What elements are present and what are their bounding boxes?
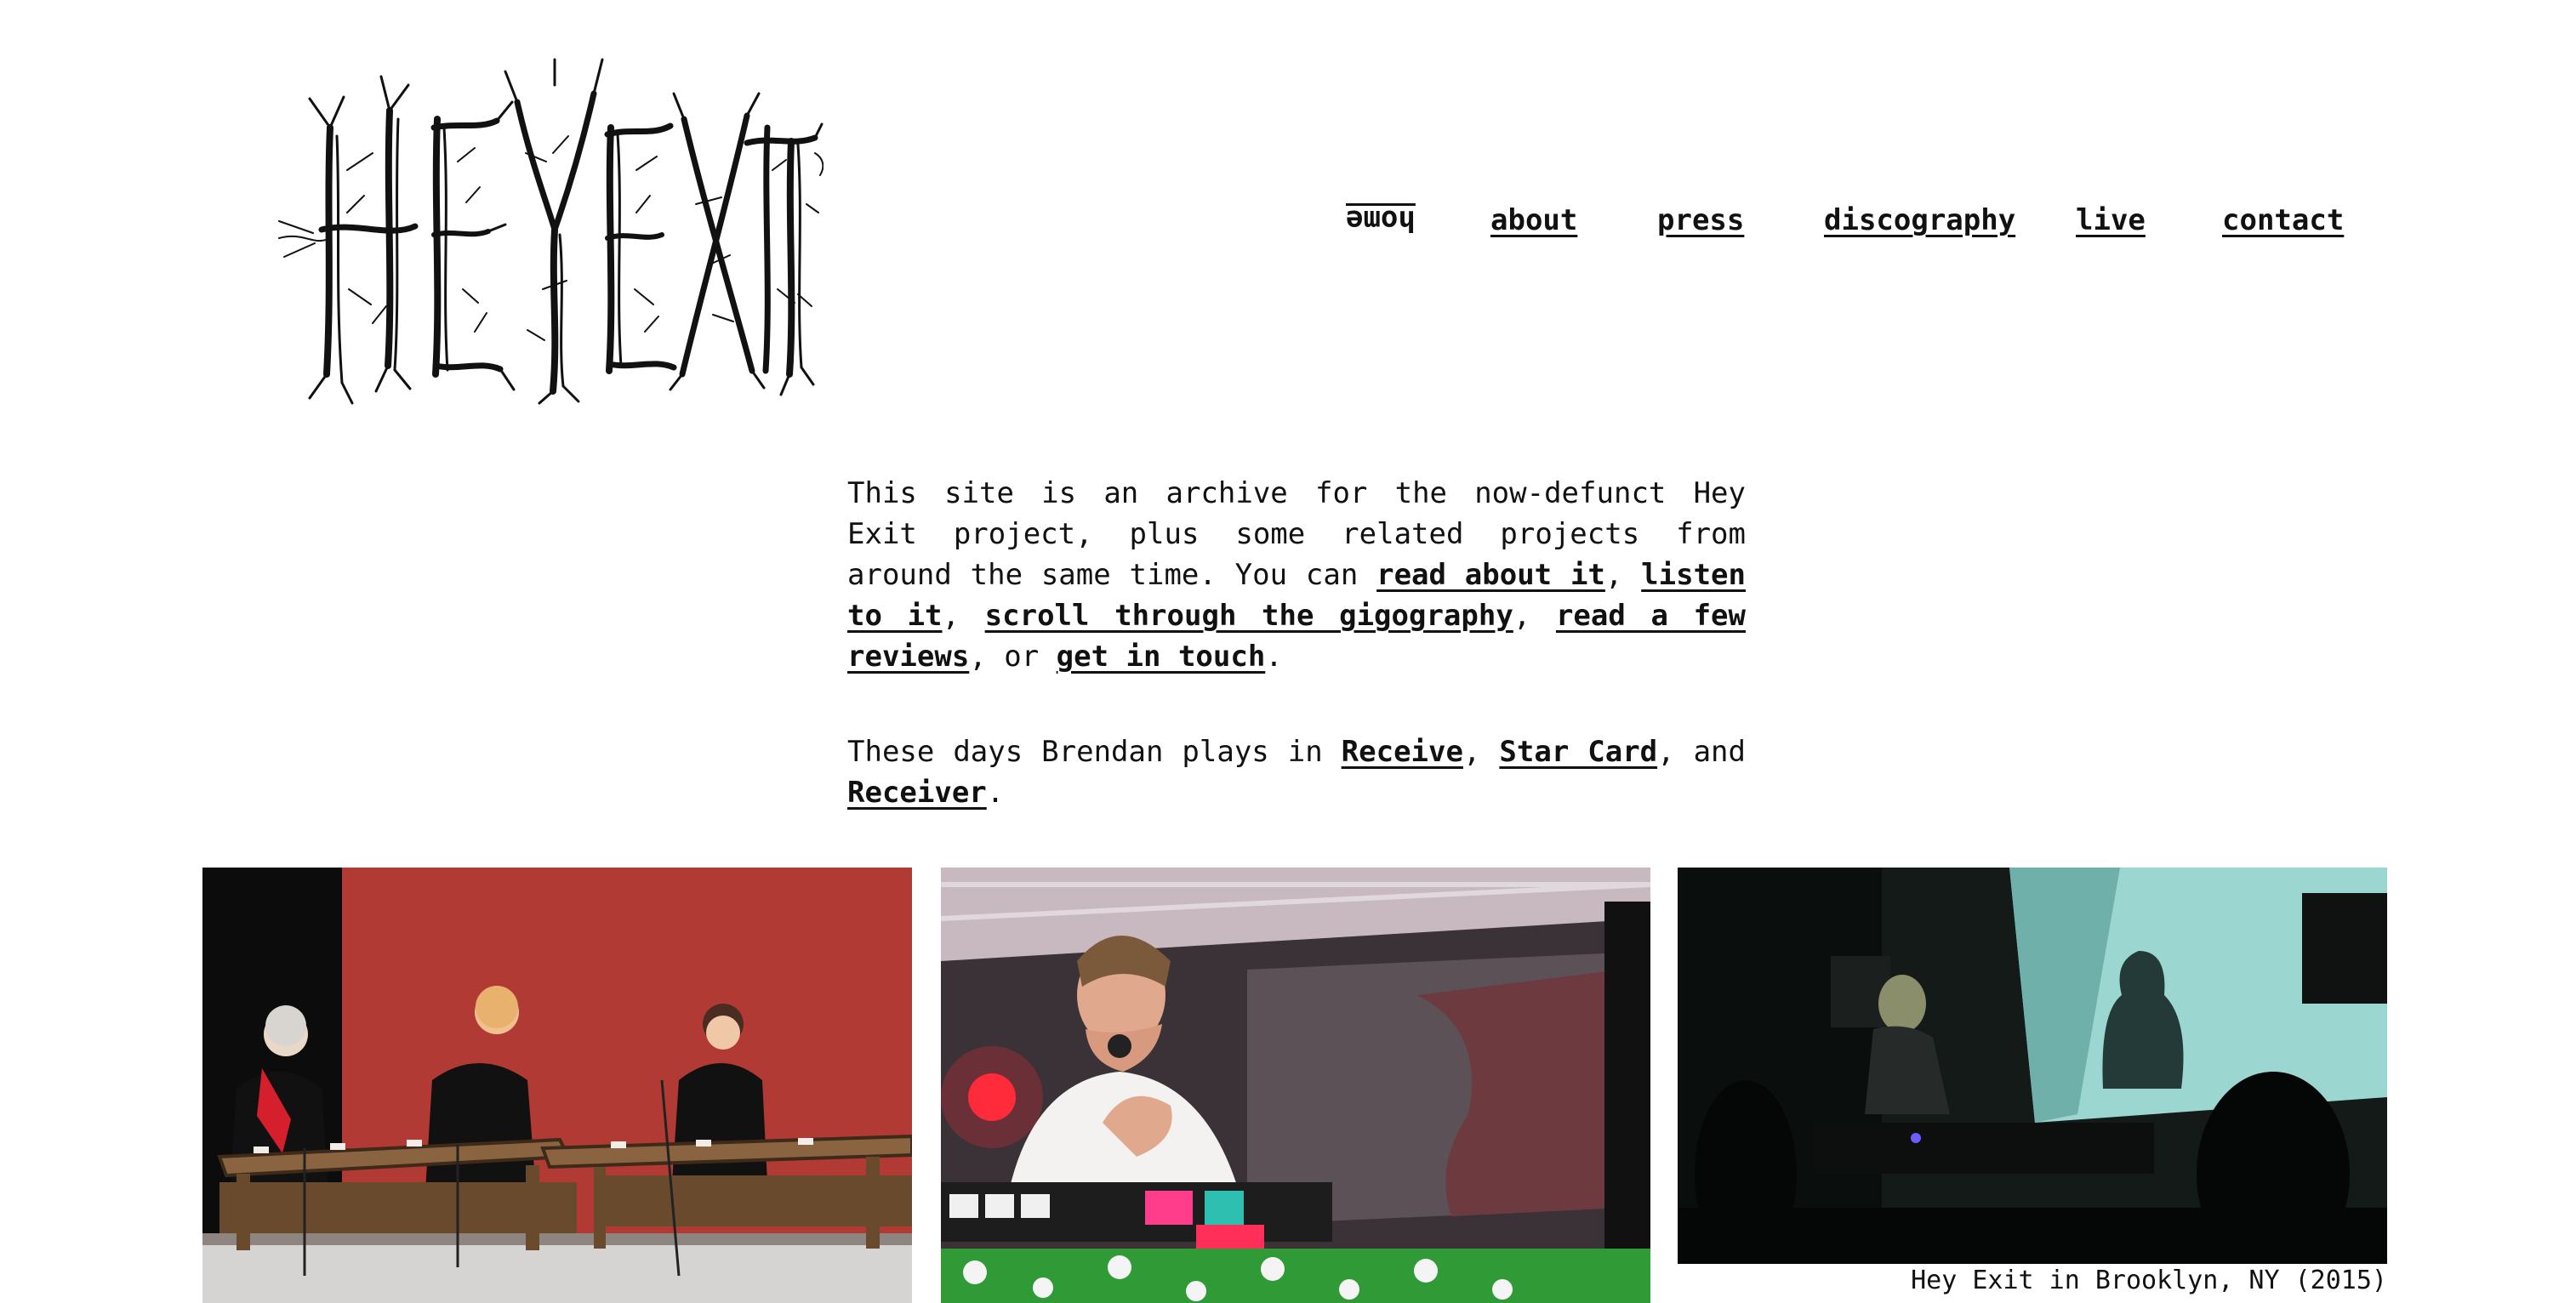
intro-paragraph-current-projects: These days Brendan plays in Receive, Sta… (847, 731, 1746, 813)
live-brooklyn-image (1678, 868, 2387, 1264)
photo-live-brooklyn[interactable] (1678, 868, 2387, 1264)
hey-exit-logo-icon (278, 58, 824, 405)
nav-link-home[interactable]: home (1346, 199, 1416, 242)
link-read-about-it[interactable]: read about it (1376, 558, 1605, 592)
photo-caption: Hey Exit in Brooklyn, NY (2015) (1911, 1266, 2387, 1295)
photo-vocalist-electronics[interactable] (941, 868, 1650, 1303)
nav-link-press[interactable]: press (1657, 199, 1744, 242)
link-receiver[interactable]: Receiver (847, 776, 987, 810)
link-star-card[interactable]: Star Card (1499, 735, 1657, 769)
nav-link-contact[interactable]: contact (2222, 199, 2344, 242)
vocalist-electronics-image (941, 868, 1650, 1303)
intro-paragraph-archive: This site is an archive for the now-defu… (847, 473, 1746, 677)
intro-text-segment: , (1462, 735, 1500, 769)
page: home about press discography live contac… (0, 0, 2576, 1303)
intro-text-segment: These days Brendan plays in (847, 735, 1342, 769)
nav-link-about[interactable]: about (1490, 199, 1577, 242)
intro-text: This site is an archive for the now-defu… (847, 473, 1746, 868)
koto-performance-image (202, 868, 912, 1303)
link-gigography[interactable]: scroll through the gigography (985, 599, 1513, 633)
intro-text-segment: , (1513, 599, 1556, 633)
intro-text-segment: . (1265, 640, 1283, 674)
link-receive[interactable]: Receive (1342, 735, 1463, 769)
intro-text-segment: , or (969, 640, 1057, 674)
intro-text-segment: , (1604, 558, 1642, 592)
photo-koto-performance[interactable] (202, 868, 912, 1303)
nav-link-discography[interactable]: discography (1824, 199, 2015, 242)
nav-link-live[interactable]: live (2076, 199, 2146, 242)
intro-text-segment: , (942, 599, 985, 633)
site-logo[interactable] (271, 34, 824, 408)
photo-gallery (0, 868, 2576, 1303)
link-get-in-touch[interactable]: get in touch (1057, 640, 1266, 674)
main-nav: home about press discography live contac… (1346, 199, 2350, 242)
intro-text-segment: . (986, 776, 1005, 810)
intro-text-segment: , and (1657, 735, 1746, 769)
